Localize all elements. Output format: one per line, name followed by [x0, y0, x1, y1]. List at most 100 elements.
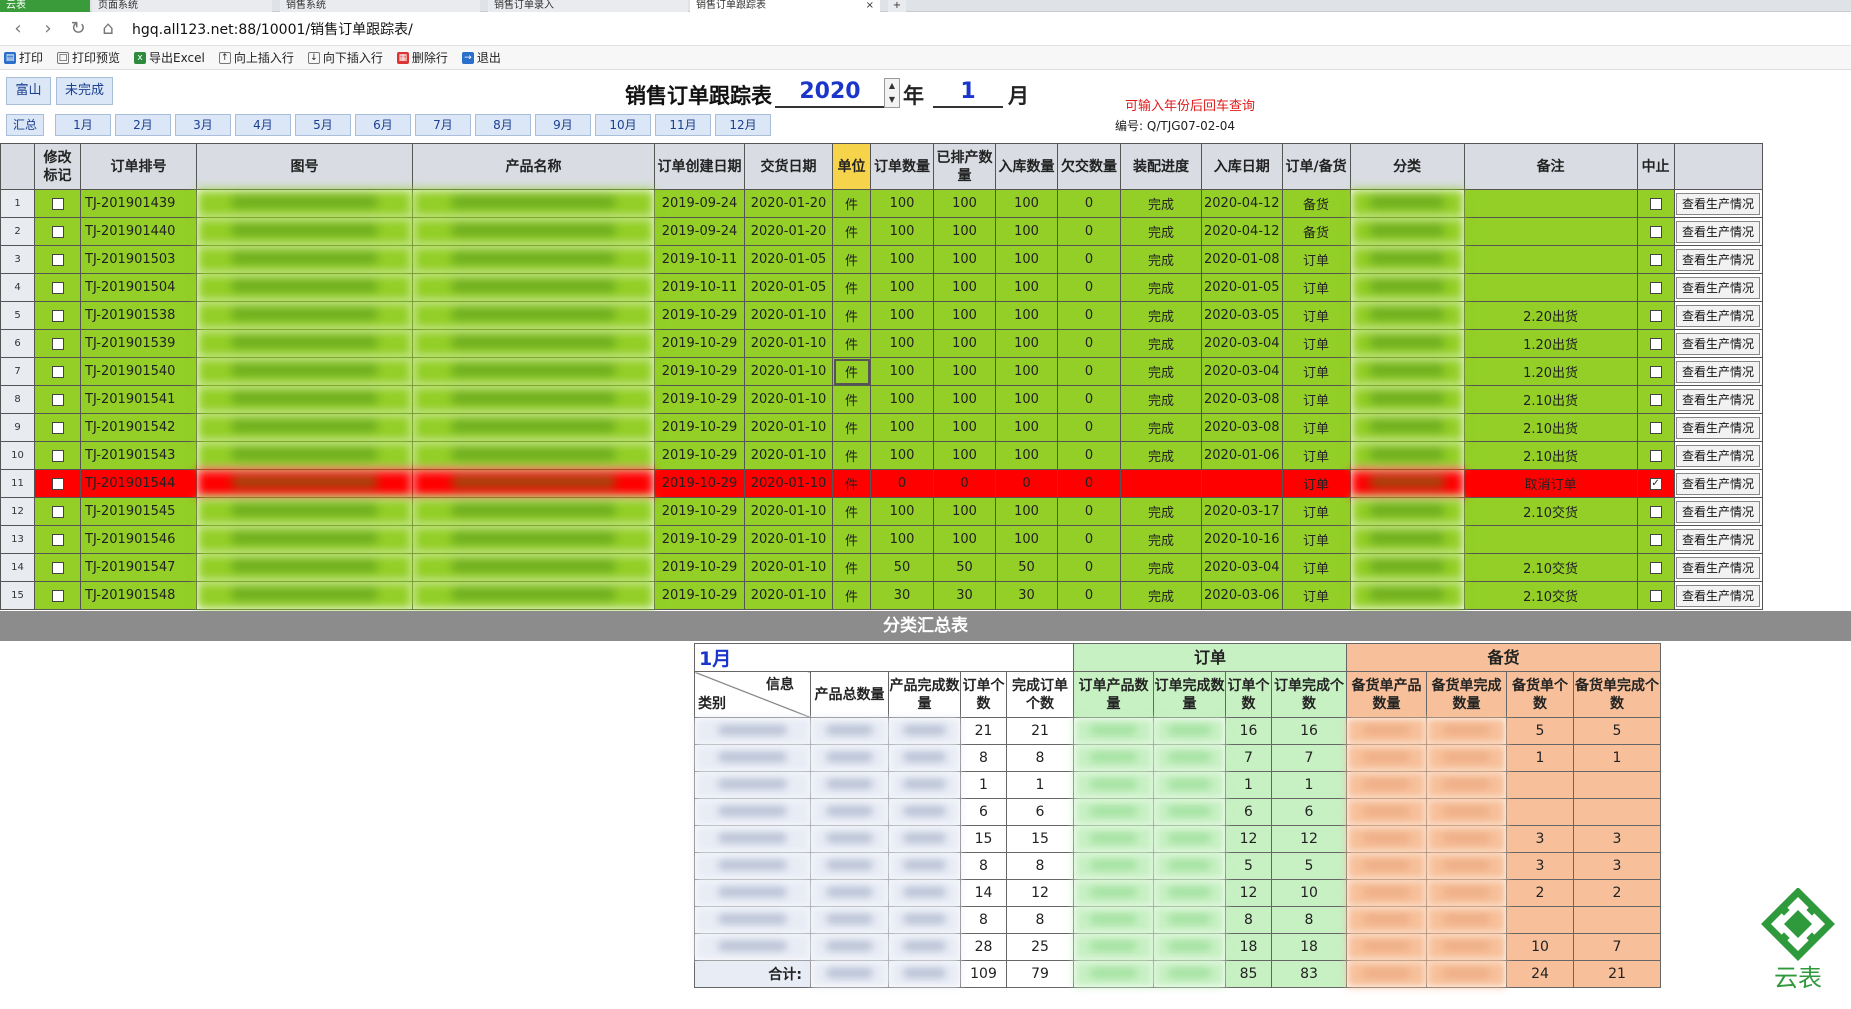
- unit[interactable]: 件: [832, 441, 871, 470]
- unit[interactable]: 件: [832, 245, 871, 274]
- view-production-button[interactable]: 查看生产情况: [1676, 528, 1761, 551]
- stocked-qty[interactable]: 100: [995, 189, 1058, 218]
- note[interactable]: [1463, 273, 1638, 302]
- order-id[interactable]: TJ-201901541: [80, 385, 197, 414]
- edit-mark-checkbox[interactable]: [34, 469, 81, 498]
- delivery-date[interactable]: 2020-01-10: [744, 469, 833, 498]
- note[interactable]: [1463, 525, 1638, 554]
- checkbox[interactable]: [51, 393, 64, 406]
- order-qty[interactable]: 100: [870, 385, 934, 414]
- edit-mark-checkbox[interactable]: [34, 217, 81, 246]
- order-id[interactable]: TJ-201901548: [80, 581, 197, 610]
- month-button-1[interactable]: 1月: [55, 114, 111, 136]
- checkbox[interactable]: [1649, 449, 1662, 462]
- browser-tab-active[interactable]: 销售订单跟踪表 ×: [690, 0, 880, 12]
- home-icon[interactable]: ⌂: [98, 18, 118, 39]
- scheduled-qty[interactable]: 30: [933, 581, 996, 610]
- assembly-progress[interactable]: 完成: [1120, 581, 1202, 610]
- view-production-button[interactable]: 查看生产情况: [1676, 444, 1761, 467]
- unit[interactable]: 件: [832, 581, 871, 610]
- checkbox[interactable]: [1649, 505, 1662, 518]
- checkbox[interactable]: [1649, 393, 1662, 406]
- note[interactable]: 2.10出货: [1463, 441, 1638, 470]
- checkbox[interactable]: [1649, 421, 1662, 434]
- stocked-qty[interactable]: 100: [995, 441, 1058, 470]
- stock-date[interactable]: [1201, 469, 1283, 498]
- checkbox[interactable]: [51, 281, 64, 294]
- order-qty[interactable]: 50: [870, 553, 934, 582]
- month-button-6[interactable]: 6月: [355, 114, 411, 136]
- order-type[interactable]: 订单: [1281, 497, 1351, 526]
- browser-tab[interactable]: 销售系统: [280, 0, 480, 12]
- scheduled-qty[interactable]: 100: [933, 189, 996, 218]
- order-type[interactable]: 订单: [1281, 441, 1351, 470]
- order-id[interactable]: TJ-201901440: [80, 217, 197, 246]
- stock-date[interactable]: 2020-03-05: [1201, 301, 1283, 330]
- order-qty[interactable]: 100: [870, 357, 934, 386]
- stocked-qty[interactable]: 100: [995, 357, 1058, 386]
- view-production-button[interactable]: 查看生产情况: [1676, 248, 1761, 271]
- edit-mark-checkbox[interactable]: [34, 245, 81, 274]
- assembly-progress[interactable]: [1120, 469, 1202, 498]
- scheduled-qty[interactable]: 100: [933, 441, 996, 470]
- stock-date[interactable]: 2020-01-05: [1201, 273, 1283, 302]
- unit[interactable]: 件: [832, 189, 871, 218]
- delivery-date[interactable]: 2020-01-10: [744, 581, 833, 610]
- assembly-progress[interactable]: 完成: [1120, 385, 1202, 414]
- order-type[interactable]: 订单: [1281, 273, 1351, 302]
- checkbox[interactable]: [51, 421, 64, 434]
- stocked-qty[interactable]: 100: [995, 217, 1058, 246]
- forward-icon[interactable]: ›: [38, 18, 58, 39]
- month-button-7[interactable]: 7月: [415, 114, 471, 136]
- scheduled-qty[interactable]: 100: [933, 273, 996, 302]
- stock-date[interactable]: 2020-03-08: [1201, 413, 1283, 442]
- created-date[interactable]: 2019-10-29: [654, 469, 745, 498]
- month-button-5[interactable]: 5月: [295, 114, 351, 136]
- view-production-button[interactable]: 查看生产情况: [1676, 416, 1761, 439]
- stop-checkbox[interactable]: [1636, 441, 1675, 470]
- unit[interactable]: 件: [832, 217, 871, 246]
- view-production-button[interactable]: 查看生产情况: [1676, 556, 1761, 579]
- stock-date[interactable]: 2020-03-17: [1201, 497, 1283, 526]
- unit[interactable]: 件: [832, 553, 871, 582]
- year-input[interactable]: 2020: [775, 76, 885, 108]
- scheduled-qty[interactable]: 100: [933, 385, 996, 414]
- month-input[interactable]: 1: [933, 76, 1003, 108]
- created-date[interactable]: 2019-09-24: [654, 189, 745, 218]
- assembly-progress[interactable]: 完成: [1120, 245, 1202, 274]
- checkbox[interactable]: [51, 561, 64, 574]
- scheduled-qty[interactable]: 100: [933, 329, 996, 358]
- view-production-button[interactable]: 查看生产情况: [1676, 192, 1761, 215]
- assembly-progress[interactable]: 完成: [1120, 329, 1202, 358]
- order-type[interactable]: 订单: [1281, 413, 1351, 442]
- insert-row-above-button[interactable]: ↑ 向上插入行: [218, 49, 294, 66]
- checkbox[interactable]: [51, 309, 64, 322]
- order-qty[interactable]: 0: [870, 469, 934, 498]
- order-id[interactable]: TJ-201901547: [80, 553, 197, 582]
- delivery-date[interactable]: 2020-01-10: [744, 385, 833, 414]
- insert-row-below-button[interactable]: ↓ 向下插入行: [307, 49, 383, 66]
- checkbox[interactable]: [1649, 589, 1662, 602]
- delivery-date[interactable]: 2020-01-10: [744, 329, 833, 358]
- owed-qty[interactable]: 0: [1057, 217, 1121, 246]
- note[interactable]: 2.10交货: [1463, 553, 1638, 582]
- checkbox[interactable]: [51, 197, 64, 210]
- stocked-qty[interactable]: 50: [995, 553, 1058, 582]
- stop-checkbox[interactable]: [1636, 413, 1675, 442]
- order-id[interactable]: TJ-201901540: [80, 357, 197, 386]
- assembly-progress[interactable]: 完成: [1120, 553, 1202, 582]
- edit-mark-checkbox[interactable]: [34, 301, 81, 330]
- note[interactable]: 2.10出货: [1463, 413, 1638, 442]
- spin-down-icon[interactable]: ▼: [889, 95, 895, 104]
- unit[interactable]: 件: [832, 273, 871, 302]
- stop-checkbox[interactable]: ✓: [1636, 469, 1675, 498]
- assembly-progress[interactable]: 完成: [1120, 273, 1202, 302]
- stocked-qty[interactable]: 100: [995, 497, 1058, 526]
- created-date[interactable]: 2019-10-29: [654, 441, 745, 470]
- checkbox[interactable]: [51, 225, 64, 238]
- scheduled-qty[interactable]: 0: [933, 469, 996, 498]
- owed-qty[interactable]: 0: [1057, 273, 1121, 302]
- unit[interactable]: 件: [832, 301, 871, 330]
- order-id[interactable]: TJ-201901538: [80, 301, 197, 330]
- order-qty[interactable]: 100: [870, 497, 934, 526]
